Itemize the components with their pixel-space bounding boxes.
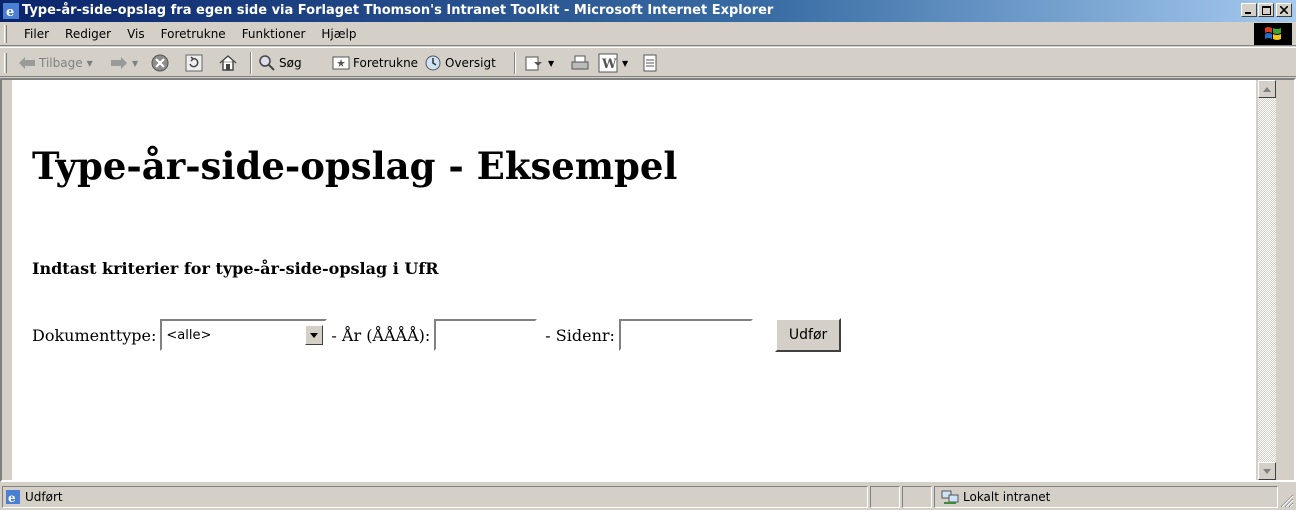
scroll-up-button[interactable] [1258,80,1276,98]
search-label: Søg [279,56,302,70]
svg-text:W: W [601,57,617,72]
history-button[interactable]: Oversigt [424,52,496,74]
arrow-up-icon [1263,86,1271,92]
page-subtitle: Indtast kriterier for type-år-side-opsla… [32,259,439,278]
discuss-icon [643,54,657,72]
status-bar: e Udført Lokalt intranet [0,483,1296,510]
doctype-select[interactable]: <alle> [160,319,328,351]
mail-button[interactable]: ▼ [524,52,554,74]
word-edit-icon: W [598,53,618,73]
page-number-input[interactable] [618,319,753,351]
print-icon [571,55,589,70]
zone-label: Lokalt intranet [963,490,1051,504]
status-text: Udført [25,490,63,504]
close-button[interactable] [1276,3,1292,17]
menu-edit[interactable]: Rediger [57,22,119,46]
forward-arrow-icon [111,57,127,69]
intranet-zone-icon [941,490,959,504]
year-label: - År (ÅÅÅÅ): [331,325,431,345]
windows-logo-icon [1254,23,1292,45]
toolbar: Tilbage ▼ ▼ Søg Foretrukne Oversigt ▼ W … [0,47,1296,77]
page-viewport [12,80,1256,480]
forward-dropdown-icon[interactable]: ▼ [132,59,138,68]
resize-grip-icon[interactable] [1280,494,1294,508]
page-number-label: - Sidenr: [545,325,615,345]
chevron-down-icon[interactable] [305,325,324,345]
menu-favorites[interactable]: Foretrukne [153,22,234,46]
lookup-form: Dokumenttype: <alle> - År (ÅÅÅÅ): - Side… [32,317,842,353]
refresh-button[interactable] [184,52,204,74]
menu-view[interactable]: Vis [119,22,153,46]
history-icon [425,55,441,71]
status-zone-pane: Lokalt intranet [934,486,1278,508]
toolbar-separator [250,52,252,74]
edit-button[interactable]: W ▼ [598,52,628,74]
home-icon [219,55,237,71]
search-button[interactable]: Søg [258,52,302,74]
submit-button[interactable]: Udfør [774,318,842,352]
menu-help[interactable]: Hjælp [313,22,364,46]
ie-logo-icon: e [3,3,19,19]
refresh-icon [185,54,203,72]
back-dropdown-icon[interactable]: ▼ [87,59,93,68]
edit-dropdown-icon[interactable]: ▼ [622,59,628,68]
menu-grip [4,25,7,43]
menu-file[interactable]: Filer [16,22,57,46]
maximize-button[interactable] [1258,3,1274,17]
toolbar-separator [514,52,516,74]
mail-dropdown-icon[interactable]: ▼ [548,59,554,68]
stop-icon [151,54,169,72]
back-arrow-icon [19,57,35,69]
title-bar: e Type-år-side-opslag fra egen side via … [0,0,1296,22]
mail-icon [525,56,542,71]
page-done-icon: e [6,490,20,505]
svg-text:e: e [8,491,16,505]
stop-button[interactable] [150,52,170,74]
favorites-icon [332,56,350,70]
maximize-icon [1261,5,1271,15]
history-label: Oversigt [445,56,496,70]
forward-button[interactable]: ▼ [110,52,138,74]
status-main-pane: e Udført [2,486,868,508]
search-icon [259,55,275,71]
favorites-button[interactable]: Foretrukne [332,52,418,74]
print-button[interactable] [570,52,590,74]
home-button[interactable] [218,52,238,74]
toolbar-grip [4,53,7,73]
status-pane-empty [902,486,932,508]
back-button[interactable]: Tilbage ▼ [18,52,93,74]
page-title: Type-år-side-opslag - Eksempel [32,144,678,188]
menu-tools[interactable]: Funktioner [234,22,314,46]
minimize-icon [1245,12,1251,14]
status-pane-empty [870,486,900,508]
minimize-button[interactable] [1241,3,1257,17]
svg-text:e: e [6,5,14,19]
menu-bar: Filer Rediger Vis Foretrukne Funktioner … [0,22,1296,46]
arrow-down-icon [1263,468,1271,474]
vertical-scrollbar[interactable] [1258,80,1276,480]
discuss-button[interactable] [642,52,658,74]
year-input[interactable] [434,319,538,351]
doctype-label: Dokumenttype: [32,325,157,345]
scroll-down-button[interactable] [1258,462,1276,480]
favorites-label: Foretrukne [353,56,419,70]
close-icon [1280,6,1288,14]
doctype-selected-value: <alle> [166,327,212,343]
window-title: Type-år-side-opslag fra egen side via Fo… [22,3,774,18]
back-label: Tilbage [39,56,83,70]
